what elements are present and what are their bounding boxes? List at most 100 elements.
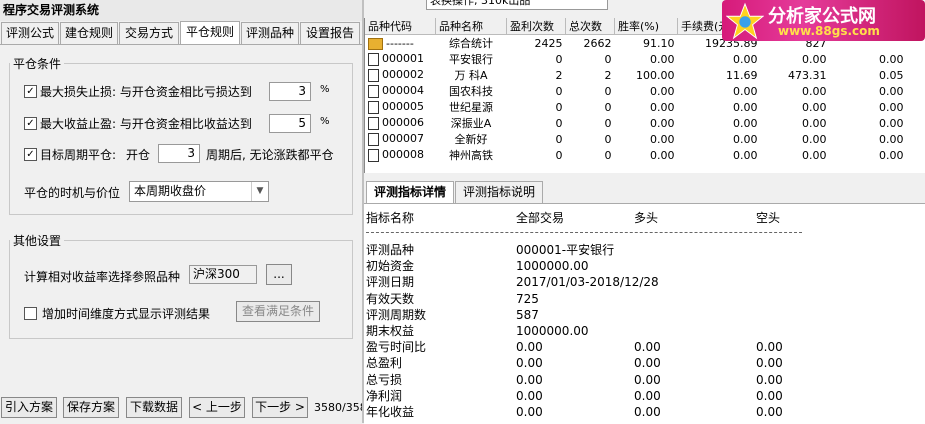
close-timing-label: 平仓的时机与价位 <box>24 186 121 200</box>
table-cell: 2425 <box>534 36 563 50</box>
table-cell: 0.00 <box>802 116 827 130</box>
table-cell: 0.00 <box>802 52 827 66</box>
metric-value: 725 <box>516 291 539 306</box>
table-row[interactable]: 000008 神州高铁 0 0 0.00 0.00 0.00 0.00 <box>365 147 907 163</box>
detail-header-short: 空头 <box>756 211 781 225</box>
symbol-code: 000002 <box>382 68 424 82</box>
tab-test-symbols[interactable]: 评测品种 <box>241 22 299 44</box>
table-cell: ------- <box>365 35 436 52</box>
metric-value: 0.00 <box>634 405 661 419</box>
table-cell: 0.00 <box>733 148 758 162</box>
table-cell: 0 <box>604 132 612 146</box>
save-plan-button[interactable]: 保存方案 <box>63 397 119 418</box>
table-cell: 世纪星源 <box>449 101 493 114</box>
metric-value: 0.00 <box>756 388 783 403</box>
detail-divider <box>366 232 802 233</box>
view-conditions-button[interactable]: 查看满足条件 <box>236 301 320 322</box>
operation-combo-value: 表换操作, 310k出品 <box>426 0 608 10</box>
table-row[interactable]: 000002 万 科A 2 2 100.00 11.69 473.31 0.05 <box>365 67 907 83</box>
import-plan-button[interactable]: 引入方案 <box>1 397 57 418</box>
table-cell: 0 <box>604 100 612 114</box>
table-cell: 100.00 <box>636 68 675 82</box>
table-cell: 深振业A <box>450 117 492 130</box>
symbol-code: 000006 <box>382 116 424 130</box>
table-cell: 2662 <box>583 36 612 50</box>
col-header-wins[interactable]: 盈利次数 <box>506 18 566 35</box>
document-icon <box>368 132 379 146</box>
reference-symbol-field[interactable]: 沪深300 <box>189 265 257 284</box>
max-loss-label: 最大损失止损: 与开仓资金相比亏损达到 <box>40 85 252 99</box>
table-cell: 000004 <box>365 83 436 99</box>
table-cell: 91.10 <box>643 36 675 50</box>
results-grid: 品种代码 品种名称 盈利次数 总次数 胜率(%) 手续费(元) ------- 综… <box>364 18 925 173</box>
tab-metric-details[interactable]: 评测指标详情 <box>366 181 454 203</box>
reference-browse-button[interactable]: ... <box>266 264 292 285</box>
table-cell: 0 <box>555 100 563 114</box>
col-header-code[interactable]: 品种代码 <box>365 18 436 35</box>
document-icon <box>368 148 379 162</box>
time-dimension-checkbox[interactable] <box>24 307 37 320</box>
download-data-button[interactable]: 下载数据 <box>126 397 182 418</box>
metric-value: 0.00 <box>756 372 783 387</box>
table-cell: 000002 <box>365 67 436 83</box>
metric-value: 0.00 <box>634 356 661 371</box>
table-cell: 万 科A <box>454 69 488 82</box>
tab-report[interactable]: 设置报告 <box>300 22 360 44</box>
table-cell: 0 <box>604 148 612 162</box>
target-period-checkbox[interactable]: ✓ <box>24 148 37 161</box>
document-icon <box>368 84 379 98</box>
col-header-name[interactable]: 品种名称 <box>435 18 507 35</box>
target-period-input[interactable]: 3 <box>158 144 200 163</box>
max-loss-unit: % <box>320 84 330 95</box>
next-step-button[interactable]: 下一步 > <box>252 397 308 418</box>
detail-header-name: 指标名称 <box>366 211 415 225</box>
tab-metric-notes[interactable]: 评测指标说明 <box>455 181 543 203</box>
metric-name: 评测日期 <box>366 275 415 290</box>
star-icon <box>726 2 764 40</box>
table-cell: 0.00 <box>879 148 904 162</box>
table-row[interactable]: 000005 世纪星源 0 0 0.00 0.00 0.00 0.00 <box>365 99 907 115</box>
table-cell: 000007 <box>365 131 436 147</box>
table-cell: 全新好 <box>454 133 488 146</box>
close-timing-select[interactable]: 本周期收盘价 ▼ <box>129 181 269 202</box>
max-profit-label: 最大收益止盈: 与开仓资金相比收益达到 <box>40 117 252 131</box>
metric-value: 0.00 <box>516 372 543 387</box>
metric-value: 0.00 <box>634 340 661 355</box>
metric-value: 000001-平安银行 <box>516 243 615 257</box>
table-cell: 2 <box>604 68 612 82</box>
max-profit-input[interactable]: 5 <box>269 114 311 133</box>
table-row[interactable]: 000006 深振业A 0 0 0.00 0.00 0.00 0.00 <box>365 115 907 131</box>
col-header-total[interactable]: 总次数 <box>565 18 615 35</box>
symbol-code: 000004 <box>382 84 424 98</box>
col-header-win-rate[interactable]: 胜率(%) <box>614 18 678 35</box>
metric-value: 0.00 <box>756 405 783 419</box>
metric-name: 评测品种 <box>366 243 415 257</box>
metric-name: 总亏损 <box>366 372 403 387</box>
close-timing-value: 本周期收盘价 <box>134 184 207 198</box>
tab-open-rules[interactable]: 建仓规则 <box>60 22 118 44</box>
max-loss-checkbox[interactable]: ✓ <box>24 85 37 98</box>
table-cell: 0.00 <box>879 100 904 114</box>
table-cell: 0.00 <box>650 84 675 98</box>
table-row[interactable]: 000007 全新好 0 0 0.00 0.00 0.00 0.00 <box>365 131 907 147</box>
table-row[interactable]: 000004 国农科技 0 0 0.00 0.00 0.00 0.00 <box>365 83 907 99</box>
operation-combo[interactable]: 表换操作, 310k出品 <box>364 0 610 11</box>
metric-value: 587 <box>516 307 539 322</box>
table-row[interactable]: 000001 平安银行 0 0 0.00 0.00 0.00 0.00 <box>365 51 907 67</box>
bottom-toolbar: 引入方案 保存方案 下载数据 < 上一步 下一步 > 3580/358 <box>0 392 362 423</box>
table-cell: 0 <box>604 116 612 130</box>
detail-header-long: 多头 <box>634 211 659 225</box>
table-cell: 0 <box>555 84 563 98</box>
tab-trade-mode[interactable]: 交易方式 <box>119 22 179 44</box>
table-cell: 0.00 <box>650 100 675 114</box>
tab-close-rules[interactable]: 平仓规则 <box>180 21 240 44</box>
max-profit-checkbox[interactable]: ✓ <box>24 117 37 130</box>
prev-step-button[interactable]: < 上一步 <box>189 397 245 418</box>
table-cell: 000008 <box>365 147 436 163</box>
table-cell: 0 <box>555 132 563 146</box>
max-loss-input[interactable]: 3 <box>269 82 311 101</box>
tab-formula[interactable]: 评测公式 <box>1 22 59 44</box>
metric-value: 2017/01/03-2018/12/28 <box>516 275 659 290</box>
progress-counter: 3580/358 <box>314 401 362 414</box>
table-cell: 0.00 <box>650 132 675 146</box>
